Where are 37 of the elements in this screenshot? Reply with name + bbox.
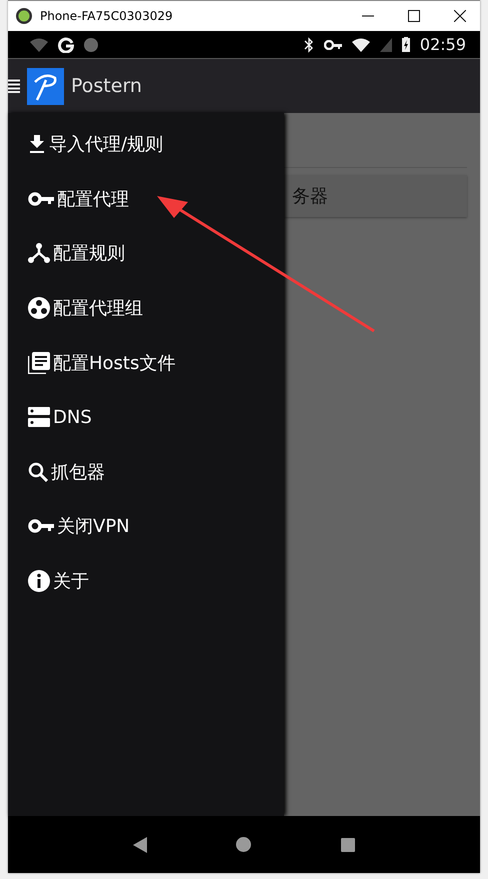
android-icon <box>16 8 32 24</box>
info-icon <box>28 570 50 592</box>
drawer-item[interactable]: 配置规则 <box>8 226 284 281</box>
server-icon <box>28 407 50 428</box>
list-icon <box>28 352 50 374</box>
circle-icon <box>84 38 98 52</box>
google-icon <box>58 36 74 52</box>
status-time: 02:59 <box>420 35 466 54</box>
fork-icon <box>28 243 50 264</box>
key-icon <box>324 40 342 50</box>
window-title: Phone-FA75C0303029 <box>40 9 174 23</box>
app-title: Postern <box>71 75 142 97</box>
drawer-item[interactable]: 配置Hosts文件 <box>8 335 284 390</box>
battery-icon <box>402 37 410 52</box>
home-icon[interactable] <box>236 837 252 852</box>
maximize-icon[interactable] <box>408 10 420 22</box>
wifi-icon <box>30 38 48 52</box>
three-dots-circle-icon <box>28 297 50 320</box>
drawer-item[interactable]: 配置代理组 <box>8 280 284 336</box>
bluetooth-icon <box>304 36 314 52</box>
drawer-item[interactable]: DNS <box>8 390 284 445</box>
drawer-item[interactable]: 关闭VPN <box>8 499 284 554</box>
search-icon <box>28 462 48 482</box>
drawer-item[interactable]: 关于 <box>8 554 284 608</box>
drawer-item[interactable]: 抓包器 <box>8 444 284 500</box>
close-icon[interactable] <box>454 10 466 22</box>
download-icon <box>28 135 46 154</box>
drawer-item[interactable]: 配置代理 <box>8 172 284 226</box>
wifi-off-icon <box>352 38 370 52</box>
key-icon <box>28 519 54 534</box>
key-icon <box>28 192 54 206</box>
drawer-item[interactable]: 导入代理/规则 <box>8 117 284 172</box>
recents-icon[interactable] <box>341 838 356 852</box>
no-signal-icon <box>380 38 392 52</box>
back-icon[interactable] <box>132 836 147 852</box>
app-logo-icon <box>27 68 64 104</box>
menu-icon[interactable] <box>8 79 20 93</box>
